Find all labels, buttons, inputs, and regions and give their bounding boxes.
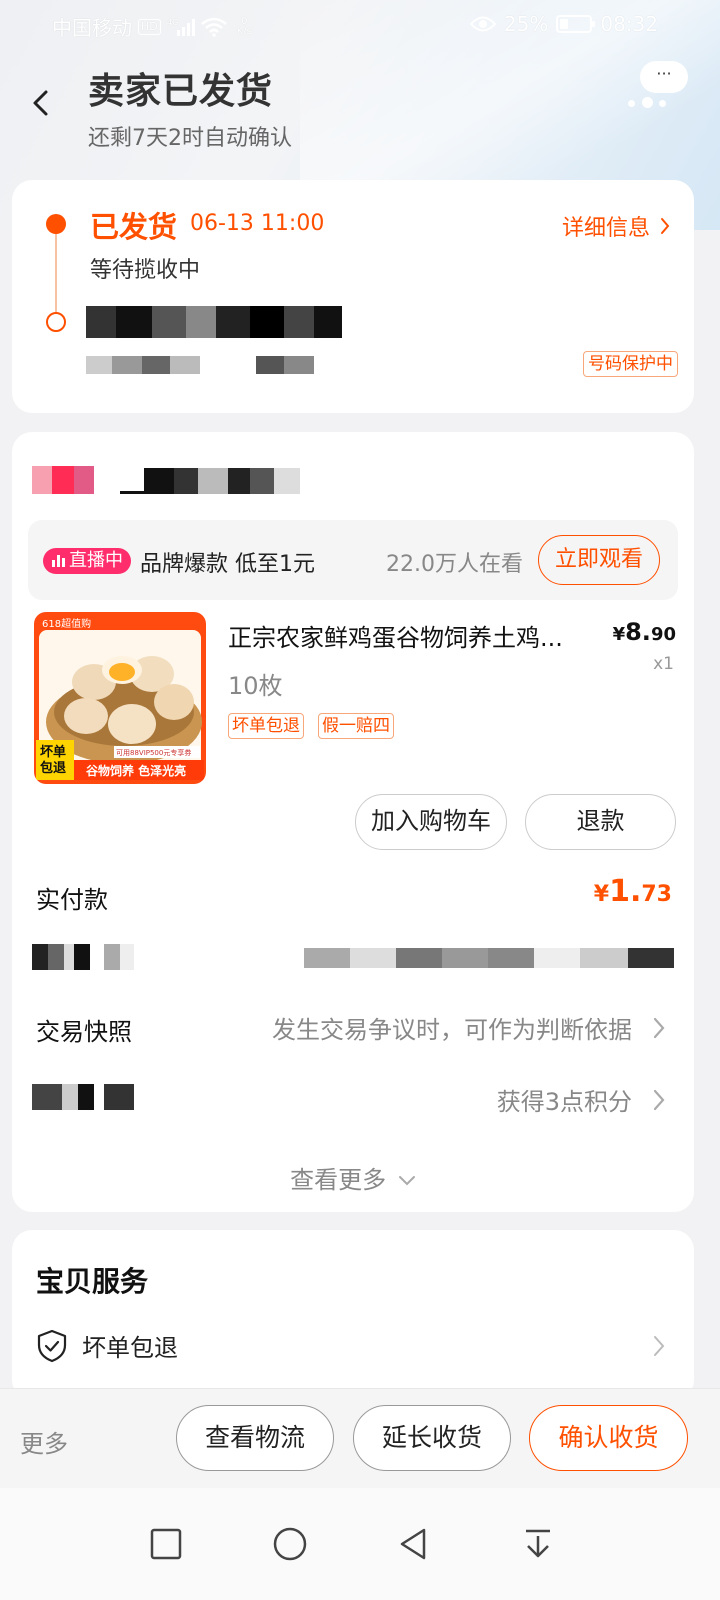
wifi-icon bbox=[200, 17, 227, 37]
live-badge: 直播中 bbox=[43, 548, 131, 574]
more-options-button[interactable]: ··· bbox=[640, 61, 688, 93]
live-bars-icon bbox=[52, 555, 65, 567]
paid-amount: ¥1.73 bbox=[593, 874, 672, 909]
see-more-label: 查看更多 bbox=[290, 1166, 387, 1194]
chevron-right-icon bbox=[661, 218, 670, 234]
redacted-recipient bbox=[86, 356, 314, 374]
eye-icon bbox=[469, 16, 496, 32]
waiting-pickup-text: 等待揽收中 bbox=[90, 258, 201, 283]
auto-confirm-countdown: 还剩7天2时自动确认 bbox=[88, 126, 292, 151]
chevron-right-icon bbox=[653, 1017, 665, 1039]
product-spec: 10枚 bbox=[228, 672, 283, 700]
back-button[interactable] bbox=[24, 84, 64, 124]
battery-icon bbox=[556, 15, 596, 33]
home-circle-icon[interactable] bbox=[272, 1526, 308, 1562]
network-speed: 0 K/s bbox=[236, 15, 252, 37]
service-item-bad-refund[interactable]: 坏单包退 bbox=[36, 1328, 178, 1363]
tag-fake-compensation: 假一赔四 bbox=[318, 713, 394, 739]
chevron-right-icon bbox=[653, 1089, 665, 1111]
add-to-cart-button[interactable]: 加入购物车 bbox=[355, 794, 507, 850]
page-title: 卖家已发货 bbox=[88, 71, 274, 112]
product-title[interactable]: 正宗农家鲜鸡蛋谷物饲养土鸡... bbox=[228, 618, 598, 653]
more-actions-button[interactable]: 更多 bbox=[20, 1424, 68, 1459]
svg-text:618超值购: 618超值购 bbox=[42, 617, 91, 630]
chevron-left-icon bbox=[33, 90, 48, 116]
chevron-right-icon bbox=[654, 1336, 665, 1356]
status-bar: 中国移动 HD 4G 0 K/s 25% 08:32 bbox=[0, 0, 720, 48]
snapshot-value[interactable]: 发生交易争议时，可作为判断依据 bbox=[272, 1010, 632, 1045]
confirm-receipt-button[interactable]: 确认收货 bbox=[529, 1405, 688, 1471]
paid-label: 实付款 bbox=[36, 886, 108, 914]
system-navigation-bar bbox=[0, 1488, 720, 1600]
shipping-status: 已发货 bbox=[90, 210, 178, 244]
hd-badge: HD bbox=[138, 18, 161, 35]
svg-text:谷物饲养 色泽光亮: 谷物饲养 色泽光亮 bbox=[86, 763, 186, 778]
shipping-detail-link[interactable]: 详细信息 bbox=[562, 210, 670, 242]
redacted-address bbox=[86, 306, 342, 338]
phone-protection-badge: 号码保护中 bbox=[583, 351, 678, 377]
see-more-button[interactable]: 查看更多 bbox=[12, 1160, 694, 1195]
recents-square-icon[interactable] bbox=[148, 1526, 184, 1562]
view-logistics-button[interactable]: 查看物流 bbox=[176, 1405, 334, 1471]
svg-text:可用88VIP500元专享券: 可用88VIP500元专享券 bbox=[116, 748, 191, 757]
bottom-action-bar: 更多 查看物流 延长收货 确认收货 bbox=[0, 1388, 720, 1488]
signal-icon: 4G bbox=[167, 18, 195, 36]
redacted-order-label bbox=[32, 944, 150, 970]
timeline-dot-current bbox=[46, 214, 66, 234]
live-viewer-count: 22.0万人在看 bbox=[386, 552, 523, 577]
timeline-line bbox=[55, 222, 57, 312]
service-item-label: 坏单包退 bbox=[82, 1334, 178, 1362]
svg-text:坏单: 坏单 bbox=[40, 744, 66, 760]
chevron-down-icon bbox=[398, 1176, 415, 1186]
shipping-time: 06-13 11:00 bbox=[190, 211, 325, 236]
back-triangle-icon[interactable] bbox=[396, 1526, 432, 1562]
egg-basket-illustration: 618超值购 坏单 包退 谷物饲养 色泽光亮 可用88VIP500元专享券 bbox=[34, 612, 206, 784]
clock: 08:32 bbox=[600, 12, 658, 36]
points-value[interactable]: 获得3点积分 bbox=[497, 1082, 632, 1117]
extend-receipt-button[interactable]: 延长收货 bbox=[353, 1405, 511, 1471]
redacted-points-label bbox=[32, 1084, 150, 1110]
svg-text:包退: 包退 bbox=[40, 760, 66, 776]
notification-pull-down-icon[interactable] bbox=[520, 1526, 556, 1562]
snapshot-label: 交易快照 bbox=[36, 1018, 132, 1046]
detail-link-label: 详细信息 bbox=[561, 216, 650, 241]
redacted-shop-logo bbox=[32, 466, 94, 494]
live-badge-label: 直播中 bbox=[69, 550, 123, 571]
refund-button[interactable]: 退款 bbox=[525, 794, 676, 850]
services-title: 宝贝服务 bbox=[36, 1265, 149, 1298]
battery-percent: 25% bbox=[503, 12, 549, 36]
redacted-order-number bbox=[304, 948, 674, 968]
product-price: ¥8.90 bbox=[612, 618, 676, 646]
watch-now-button[interactable]: 立即观看 bbox=[538, 535, 660, 585]
shield-check-icon bbox=[37, 1329, 67, 1362]
svg-text:4G: 4G bbox=[167, 18, 178, 27]
redacted-shop-name bbox=[120, 468, 300, 494]
product-quantity: x1 bbox=[653, 654, 674, 674]
shipping-card: 已发货 06-13 11:00 详细信息 等待揽收中 号码保护中 bbox=[12, 180, 694, 413]
carrier-label: 中国移动 bbox=[52, 16, 132, 40]
live-stream-banner[interactable]: 直播中 品牌爆款 低至1元 22.0万人在看 立即观看 bbox=[28, 520, 678, 600]
timeline-dot-address bbox=[46, 312, 66, 332]
live-promo-text: 品牌爆款 低至1元 bbox=[140, 552, 315, 577]
order-card: 直播中 品牌爆款 低至1元 22.0万人在看 立即观看 618超值购 坏单 包退… bbox=[12, 432, 694, 1212]
product-image[interactable]: 618超值购 坏单 包退 谷物饲养 色泽光亮 可用88VIP500元专享券 bbox=[34, 612, 206, 784]
services-card: 宝贝服务 坏单包退 bbox=[12, 1230, 694, 1400]
tag-bad-item-refund: 坏单包退 bbox=[228, 713, 304, 739]
